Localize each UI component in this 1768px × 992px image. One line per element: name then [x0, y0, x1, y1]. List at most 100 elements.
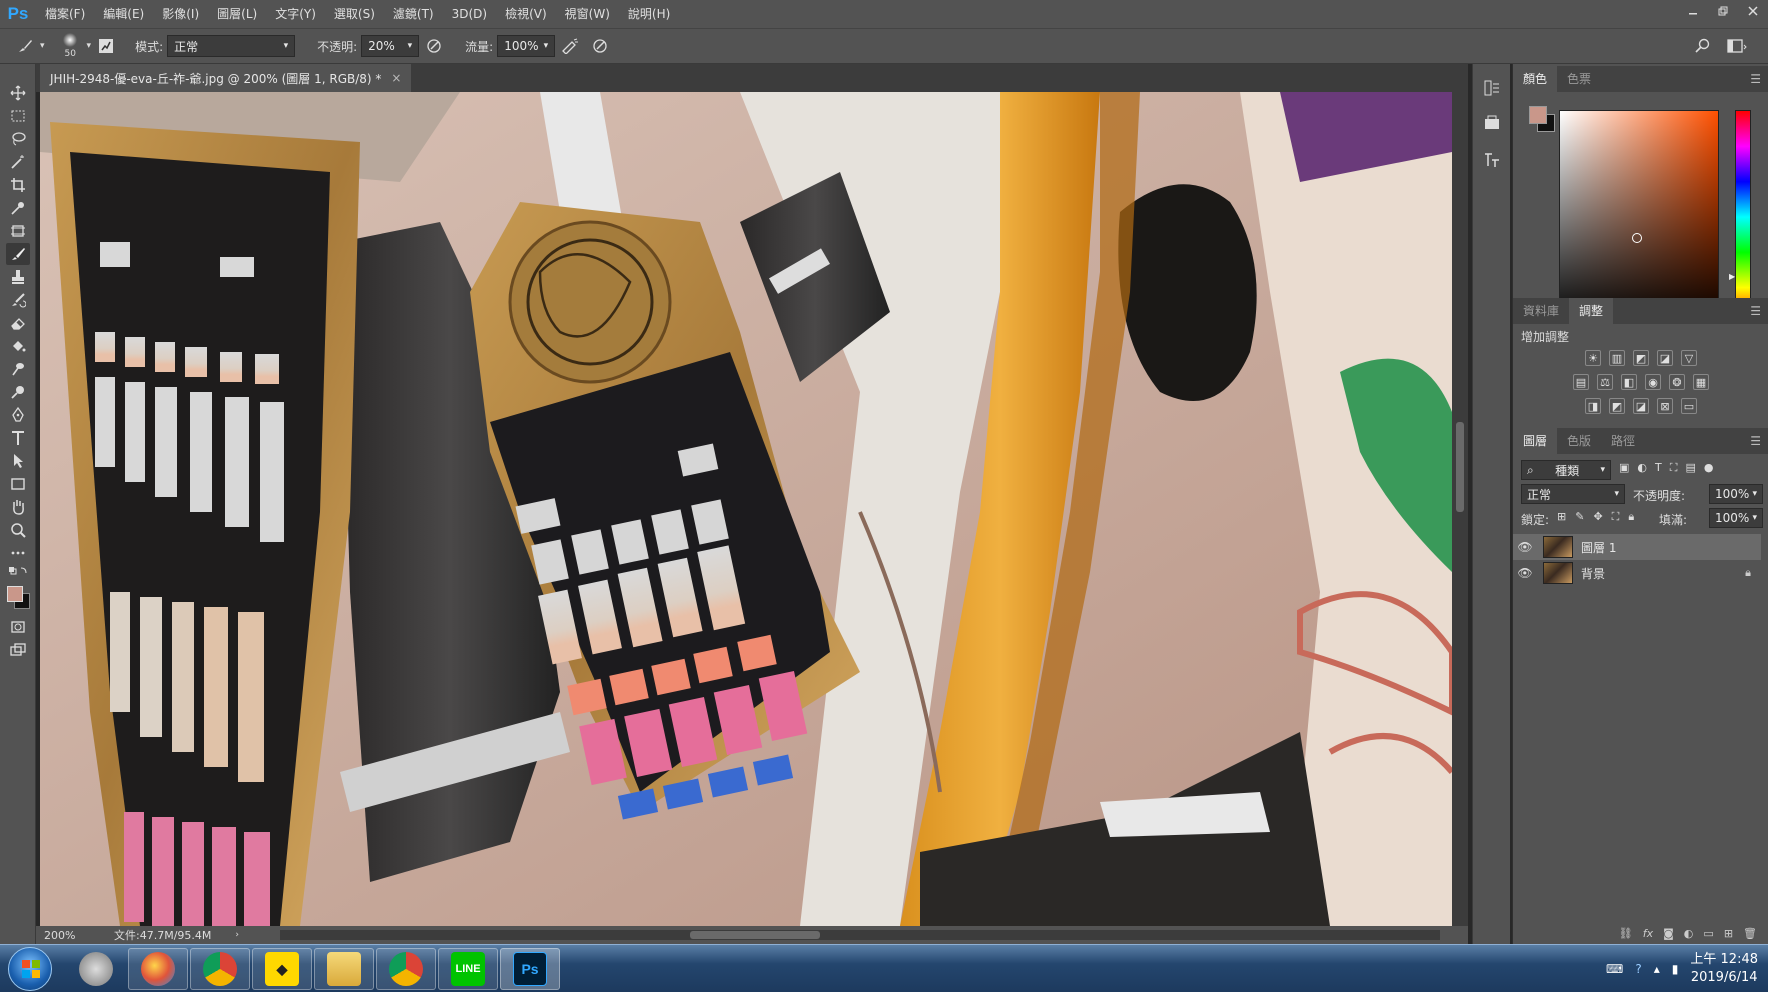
lock-artboard-icon[interactable]: ⛶	[1612, 510, 1620, 524]
taskbar-chrome-1[interactable]	[190, 948, 250, 990]
new-adjustment-icon[interactable]: ◐	[1684, 927, 1694, 940]
search-button[interactable]	[1692, 35, 1714, 57]
menu-3d[interactable]: 3D(D)	[443, 0, 496, 28]
filter-smart-object-icon[interactable]: ▤	[1685, 461, 1695, 475]
keyboard-icon[interactable]: ⌨	[1606, 962, 1623, 976]
marquee-tool[interactable]	[6, 105, 30, 127]
fx-icon[interactable]: fx	[1643, 927, 1653, 940]
layer-row-1[interactable]: 👁︎ 圖層 1	[1513, 534, 1761, 560]
properties-panel-button[interactable]	[1482, 114, 1502, 134]
hand-tool[interactable]	[6, 496, 30, 518]
black-white-icon[interactable]: ◧	[1621, 374, 1637, 390]
blend-mode-select[interactable]: 正常 ▾	[1521, 484, 1625, 504]
close-window-button[interactable]	[1738, 0, 1768, 22]
panel-menu-icon[interactable]: ☰	[1750, 434, 1761, 448]
lock-all-icon[interactable]: 🔒︎	[1628, 510, 1634, 524]
filter-adjustment-icon[interactable]: ◐	[1637, 461, 1647, 475]
workspace-switcher[interactable]	[1726, 35, 1748, 57]
rectangle-tool[interactable]	[6, 473, 30, 495]
taskbar-line[interactable]: LINE	[438, 948, 498, 990]
photo-filter-icon[interactable]: ◉	[1645, 374, 1661, 390]
filter-shape-icon[interactable]: ⛶	[1670, 461, 1678, 475]
document-canvas[interactable]	[40, 92, 1452, 926]
magic-wand-tool[interactable]	[6, 151, 30, 173]
taskbar-photoshop[interactable]: Ps	[500, 948, 560, 990]
close-tab-button[interactable]: ×	[391, 71, 401, 85]
threshold-icon[interactable]: ◪	[1633, 398, 1649, 414]
smudge-tool[interactable]	[6, 358, 30, 380]
panel-menu-icon[interactable]: ☰	[1750, 72, 1761, 86]
add-mask-icon[interactable]: ◙	[1663, 927, 1674, 940]
invert-icon[interactable]: ◨	[1585, 398, 1601, 414]
lock-pixels-icon[interactable]: ✎	[1575, 510, 1584, 524]
eye-icon[interactable]: 👁︎	[1513, 566, 1537, 580]
brush-size-preview[interactable]: 50	[57, 31, 87, 61]
taskbar-chrome-2[interactable]	[376, 948, 436, 990]
more-tools[interactable]	[6, 542, 30, 564]
trash-icon[interactable]: 🗑︎	[1743, 927, 1757, 940]
filter-toggle-icon[interactable]: ●	[1704, 461, 1714, 475]
lock-position-icon[interactable]: ✥	[1593, 510, 1602, 524]
color-balance-icon[interactable]: ⚖	[1597, 374, 1613, 390]
tab-color[interactable]: 顏色	[1513, 66, 1558, 92]
levels-icon[interactable]: ▥	[1609, 350, 1625, 366]
pressure-size-button[interactable]	[589, 35, 611, 57]
channel-mixer-icon[interactable]: ❂	[1669, 374, 1685, 390]
vertical-scroll-thumb[interactable]	[1456, 422, 1464, 512]
brush-tool[interactable]	[6, 243, 30, 265]
menu-window[interactable]: 視窗(W)	[556, 0, 619, 28]
selective-color-icon[interactable]: ⊠	[1657, 398, 1673, 414]
zoom-tool[interactable]	[6, 519, 30, 541]
start-button[interactable]	[8, 947, 52, 991]
eyedropper-tool[interactable]	[6, 197, 30, 219]
menu-image[interactable]: 影像(I)	[153, 0, 208, 28]
restore-button[interactable]	[1708, 0, 1738, 22]
menu-help[interactable]: 說明(H)	[619, 0, 679, 28]
menu-filter[interactable]: 濾鏡(T)	[384, 0, 443, 28]
eraser-tool[interactable]	[6, 312, 30, 334]
eye-icon[interactable]: 👁︎	[1513, 540, 1537, 554]
history-panel-button[interactable]	[1482, 78, 1502, 98]
hue-saturation-icon[interactable]: ▤	[1573, 374, 1589, 390]
posterize-icon[interactable]: ◩	[1609, 398, 1625, 414]
foreground-color-swatch[interactable]	[7, 586, 23, 602]
frame-tool[interactable]	[6, 220, 30, 242]
color-picker-field[interactable]	[1559, 110, 1719, 324]
taskbar-speaker[interactable]	[66, 948, 126, 990]
tab-libraries[interactable]: 資料庫	[1513, 298, 1569, 324]
horizontal-scrollbar[interactable]	[280, 930, 1440, 940]
tab-paths[interactable]: 路徑	[1601, 428, 1645, 454]
path-selection-tool[interactable]	[6, 450, 30, 472]
tab-channels[interactable]: 色版	[1557, 428, 1601, 454]
layer-opacity-input[interactable]: 100% ▾	[1709, 484, 1763, 504]
swap-colors[interactable]	[6, 564, 30, 578]
color-picker-cursor[interactable]	[1632, 233, 1642, 243]
menu-layer[interactable]: 圖層(L)	[208, 0, 266, 28]
lock-transparency-icon[interactable]: ⊞	[1557, 510, 1566, 524]
brightness-icon[interactable]: ☀	[1585, 350, 1601, 366]
document-tab[interactable]: JHIH-2948-優-eva-丘-祚-爺.jpg @ 200% (圖層 1, …	[40, 64, 412, 92]
layer-kind-filter[interactable]: ⌕ 種類 ▾	[1521, 460, 1611, 480]
opacity-input[interactable]: 20% ▾	[361, 35, 420, 57]
paint-bucket-tool[interactable]	[6, 335, 30, 357]
menu-type[interactable]: 文字(Y)	[266, 0, 325, 28]
tab-layers[interactable]: 圖層	[1513, 428, 1558, 454]
pen-tool[interactable]	[6, 404, 30, 426]
curves-icon[interactable]: ◩	[1633, 350, 1649, 366]
vertical-scrollbar[interactable]	[1452, 92, 1468, 926]
taskbar-explorer[interactable]	[314, 948, 374, 990]
zoom-level[interactable]: 200%	[44, 929, 108, 942]
new-group-icon[interactable]: ▭	[1703, 927, 1713, 940]
file-size-info[interactable]: 文件:47.7M/95.4M	[114, 927, 211, 943]
screen-mode-tool[interactable]	[6, 639, 30, 661]
horizontal-scroll-thumb[interactable]	[690, 931, 820, 939]
signal-icon[interactable]: ▮	[1672, 962, 1679, 976]
menu-select[interactable]: 選取(S)	[325, 0, 384, 28]
hue-slider-handle[interactable]: ▶	[1729, 272, 1735, 281]
filter-type-icon[interactable]: T	[1655, 461, 1662, 475]
menu-view[interactable]: 檢視(V)	[496, 0, 556, 28]
crop-tool[interactable]	[6, 174, 30, 196]
stamp-tool[interactable]	[6, 266, 30, 288]
history-brush-tool[interactable]	[6, 289, 30, 311]
chevron-right-icon[interactable]: ›	[235, 930, 239, 940]
